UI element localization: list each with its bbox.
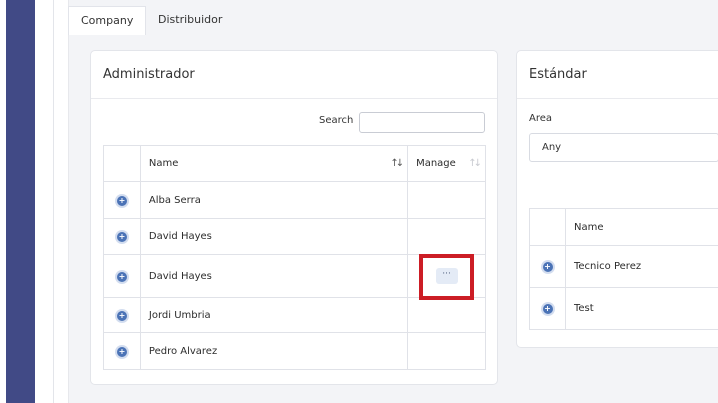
plus-circle-icon[interactable]: + (116, 346, 127, 357)
expand-column-header (529, 208, 566, 246)
sort-arrows-icon[interactable]: ↑↓ (468, 158, 482, 169)
table-header-row: Name ↑↓ Manage ↑↓ (103, 145, 486, 182)
table-row[interactable]: + David Hayes (103, 218, 486, 255)
table-row[interactable]: + Test (529, 287, 718, 330)
table-row[interactable]: + Jordi Umbria (103, 297, 486, 333)
plus-circle-icon[interactable]: + (116, 232, 127, 242)
search-input[interactable] (359, 112, 485, 133)
highlight-box (419, 254, 474, 300)
manage-column-header[interactable]: Manage ↑↓ (407, 145, 486, 182)
plus-circle-icon[interactable]: + (116, 310, 127, 321)
row-name: David Hayes (139, 254, 409, 298)
name-column-header[interactable]: Name (565, 208, 718, 246)
left-nav-bar (6, 0, 35, 403)
table-header-row: Name (529, 208, 718, 246)
column-label: Manage (416, 158, 456, 169)
administrador-card: Administrador Search Name ↑↓ Manage ↑↓ +… (90, 50, 498, 385)
name-column-header[interactable]: Name ↑↓ (139, 145, 409, 182)
search-label: Search (319, 115, 354, 126)
plus-circle-icon[interactable]: + (116, 271, 127, 282)
nav-gutter (35, 0, 53, 403)
tab-company[interactable]: Company (68, 6, 147, 35)
column-label: Name (148, 158, 179, 169)
estandar-card: Estándar Area Any Name + Tecnico Perez +… (516, 50, 718, 348)
table-row[interactable]: + Pedro Alvarez (103, 332, 486, 370)
card-title: Estándar (529, 67, 587, 82)
row-name: Pedro Alvarez (139, 332, 409, 370)
row-name: Tecnico Perez (565, 245, 718, 288)
manage-cell (407, 181, 486, 219)
divider (91, 98, 497, 99)
expand-column-header (103, 145, 141, 182)
divider (517, 98, 718, 99)
tab-distribuidor[interactable]: Distribuidor (146, 6, 234, 34)
manage-cell (407, 332, 486, 370)
row-name: Test (565, 287, 718, 330)
plus-circle-icon[interactable]: + (542, 262, 553, 272)
area-label: Area (529, 113, 553, 124)
card-title: Administrador (103, 67, 195, 82)
tab-bar: Company Distribuidor (68, 6, 718, 35)
table-row[interactable]: + Tecnico Perez (529, 245, 718, 288)
manage-cell (407, 297, 486, 333)
plus-circle-icon[interactable]: + (542, 304, 553, 314)
area-select[interactable]: Any (529, 133, 718, 162)
row-name: Alba Serra (139, 181, 409, 219)
table-row[interactable]: + Alba Serra (103, 181, 486, 219)
manage-cell (407, 218, 486, 255)
row-name: David Hayes (139, 218, 409, 255)
plus-circle-icon[interactable]: + (116, 195, 127, 206)
sort-arrows-icon[interactable]: ↑↓ (390, 158, 404, 169)
row-name: Jordi Umbria (139, 297, 409, 333)
standard-table: Name + Tecnico Perez + Test (529, 208, 718, 330)
